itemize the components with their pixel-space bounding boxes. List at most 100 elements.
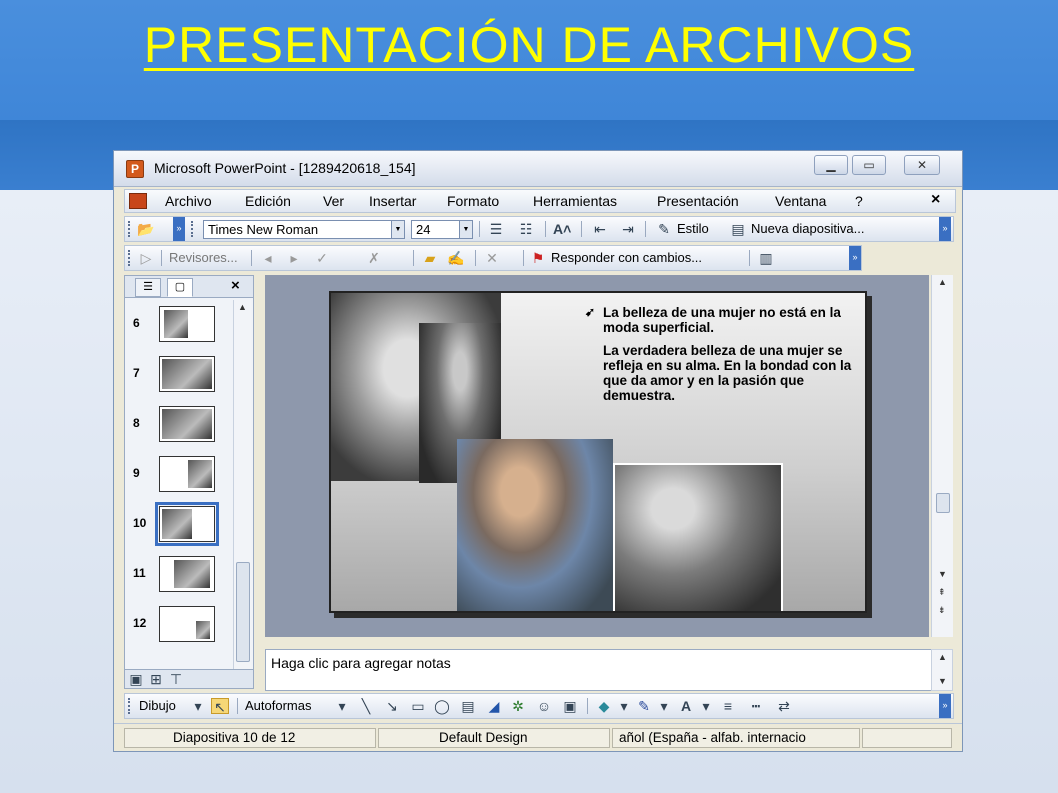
- slide-text-box[interactable]: ➹ La belleza de una mujer no está en la …: [585, 305, 855, 411]
- slide-thumbnail[interactable]: 6: [125, 302, 229, 346]
- close-document-icon[interactable]: ×: [931, 191, 940, 209]
- reply-with-changes-button[interactable]: Responder con cambios...: [551, 250, 702, 265]
- previous-slide-icon[interactable]: ⇞: [938, 587, 946, 598]
- menu-ventana[interactable]: Ventana: [775, 193, 826, 209]
- decrease-indent-icon[interactable]: ⇤: [591, 221, 609, 237]
- show-markup-icon[interactable]: ▷: [137, 250, 155, 266]
- current-slide[interactable]: ➹ La belleza de una mujer no está en la …: [329, 291, 867, 613]
- select-pointer-icon[interactable]: ↖: [211, 698, 229, 715]
- scroll-up-icon[interactable]: ▲: [938, 277, 947, 287]
- slideshow-icon[interactable]: ⊤: [167, 671, 185, 687]
- rectangle-icon[interactable]: ▭: [409, 698, 427, 714]
- toolbar-grip[interactable]: [128, 250, 131, 266]
- chevron-down-icon[interactable]: ▾: [333, 698, 351, 714]
- draw-menu-button[interactable]: Dibujo: [139, 698, 176, 713]
- scroll-thumb[interactable]: [236, 562, 250, 662]
- folder-icon[interactable]: ▰: [421, 250, 439, 266]
- slide-thumbnail[interactable]: 7: [125, 352, 229, 396]
- next-change-icon[interactable]: ▸: [285, 250, 303, 266]
- menu-formato[interactable]: Formato: [447, 193, 499, 209]
- previous-change-icon[interactable]: ◂: [259, 250, 277, 266]
- menu-herramientas[interactable]: Herramientas: [533, 193, 617, 209]
- toolbar-overflow-icon[interactable]: »: [939, 217, 951, 241]
- menu-archivo[interactable]: Archivo: [165, 193, 212, 209]
- bullets-icon[interactable]: ☷: [517, 221, 535, 237]
- maximize-button[interactable]: ▭: [852, 155, 886, 175]
- toolbar-overflow-icon[interactable]: »: [939, 694, 951, 718]
- line-icon[interactable]: ╲: [357, 698, 375, 714]
- slide-thumbnail[interactable]: 11: [125, 552, 229, 596]
- slide-thumbnail[interactable]: 8: [125, 402, 229, 446]
- style-icon[interactable]: ✎: [655, 221, 673, 237]
- reviewing-toolbar: ▷ Revisores... ◂ ▸ ✓ ✗ ▰ ✍ ✕ ⚑ Responder…: [124, 245, 862, 271]
- apply-change-icon[interactable]: ✓: [313, 250, 331, 266]
- font-size-select[interactable]: 24 ▼: [411, 220, 473, 239]
- slide-sorter-icon[interactable]: ⊞: [147, 671, 165, 687]
- reviewing-pane-icon[interactable]: ▥: [757, 250, 775, 266]
- scroll-thumb[interactable]: [936, 493, 950, 513]
- scroll-down-icon[interactable]: ▼: [938, 676, 947, 686]
- font-color-icon[interactable]: A: [677, 698, 695, 714]
- chevron-down-icon[interactable]: ▾: [189, 698, 207, 714]
- toolbar-grip[interactable]: [191, 221, 194, 237]
- close-window-button[interactable]: ✕: [904, 155, 940, 175]
- autoshapes-button[interactable]: Autoformas: [245, 698, 311, 713]
- dash-style-icon[interactable]: ┅: [747, 698, 765, 714]
- close-panel-icon[interactable]: ×: [231, 277, 240, 294]
- arrow-style-icon[interactable]: ⇄: [775, 698, 793, 714]
- style-button[interactable]: Estilo: [677, 221, 709, 236]
- oval-icon[interactable]: ◯: [433, 698, 451, 714]
- diagram-icon[interactable]: ✲: [509, 698, 527, 714]
- line-color-icon[interactable]: ✎: [635, 698, 653, 714]
- scroll-down-icon[interactable]: ▼: [938, 569, 947, 579]
- chevron-down-icon[interactable]: ▾: [655, 698, 673, 714]
- next-slide-icon[interactable]: ⇟: [938, 605, 946, 616]
- chevron-down-icon[interactable]: ▾: [697, 698, 715, 714]
- open-folder-icon[interactable]: 📂: [137, 221, 155, 237]
- tab-outline[interactable]: ☰: [135, 278, 161, 297]
- numbering-icon[interactable]: ☰: [487, 221, 505, 237]
- slide-thumbnail-selected[interactable]: 10: [125, 502, 229, 546]
- font-name-select[interactable]: Times New Roman ▼: [203, 220, 405, 239]
- edit-comment-icon[interactable]: ✍: [447, 250, 465, 266]
- slide-thumbnail[interactable]: 9: [125, 452, 229, 496]
- toolbar-grip[interactable]: [128, 698, 131, 714]
- slides-panel-scrollbar[interactable]: ▲ ▼: [233, 300, 251, 688]
- grow-font-icon[interactable]: A˄: [553, 221, 571, 237]
- delete-change-icon[interactable]: ✗: [365, 250, 383, 266]
- menu-presentacion[interactable]: Presentación: [657, 193, 739, 209]
- chevron-down-icon[interactable]: ▾: [615, 698, 633, 714]
- menu-help[interactable]: ?: [855, 193, 863, 209]
- scroll-up-icon[interactable]: ▲: [238, 302, 247, 312]
- toolbar-grip[interactable]: [128, 221, 131, 237]
- minimize-button[interactable]: ▁: [814, 155, 848, 175]
- notes-pane[interactable]: Haga clic para agregar notas: [265, 649, 933, 691]
- new-slide-button[interactable]: Nueva diapositiva...: [751, 221, 864, 236]
- normal-view-icon[interactable]: ▣: [127, 671, 145, 687]
- delete-icon[interactable]: ✕: [483, 250, 501, 266]
- reviewers-button[interactable]: Revisores...: [169, 250, 238, 265]
- text-box-icon[interactable]: ▤: [459, 698, 477, 714]
- slide-scrollbar[interactable]: ▲ ▼ ⇞ ⇟: [931, 275, 953, 637]
- fill-color-icon[interactable]: ◆: [595, 698, 613, 714]
- increase-indent-icon[interactable]: ⇥: [619, 221, 637, 237]
- clip-art-icon[interactable]: ☺: [535, 698, 553, 714]
- arrow-icon[interactable]: ↘: [383, 698, 401, 714]
- notes-scrollbar[interactable]: ▲ ▼: [931, 649, 953, 691]
- toolbar-overflow-icon[interactable]: »: [849, 246, 861, 270]
- scroll-up-icon[interactable]: ▲: [938, 652, 947, 662]
- menu-edicion[interactable]: Edición: [245, 193, 291, 209]
- menu-ver[interactable]: Ver: [323, 193, 344, 209]
- wordart-icon[interactable]: ◢: [485, 698, 503, 714]
- new-slide-icon[interactable]: ▤: [729, 221, 747, 237]
- reply-changes-icon[interactable]: ⚑: [529, 250, 547, 266]
- chevron-down-icon[interactable]: ▼: [459, 221, 472, 238]
- tab-slides[interactable]: ▢: [167, 278, 193, 297]
- menu-insertar[interactable]: Insertar: [369, 193, 416, 209]
- picture-icon[interactable]: ▣: [561, 698, 579, 714]
- toolbar-overflow-icon[interactable]: »: [173, 217, 185, 241]
- slide-thumbnail[interactable]: 12: [125, 602, 229, 646]
- line-style-icon[interactable]: ≡: [719, 698, 737, 714]
- document-icon[interactable]: [129, 193, 147, 209]
- chevron-down-icon[interactable]: ▼: [391, 221, 404, 238]
